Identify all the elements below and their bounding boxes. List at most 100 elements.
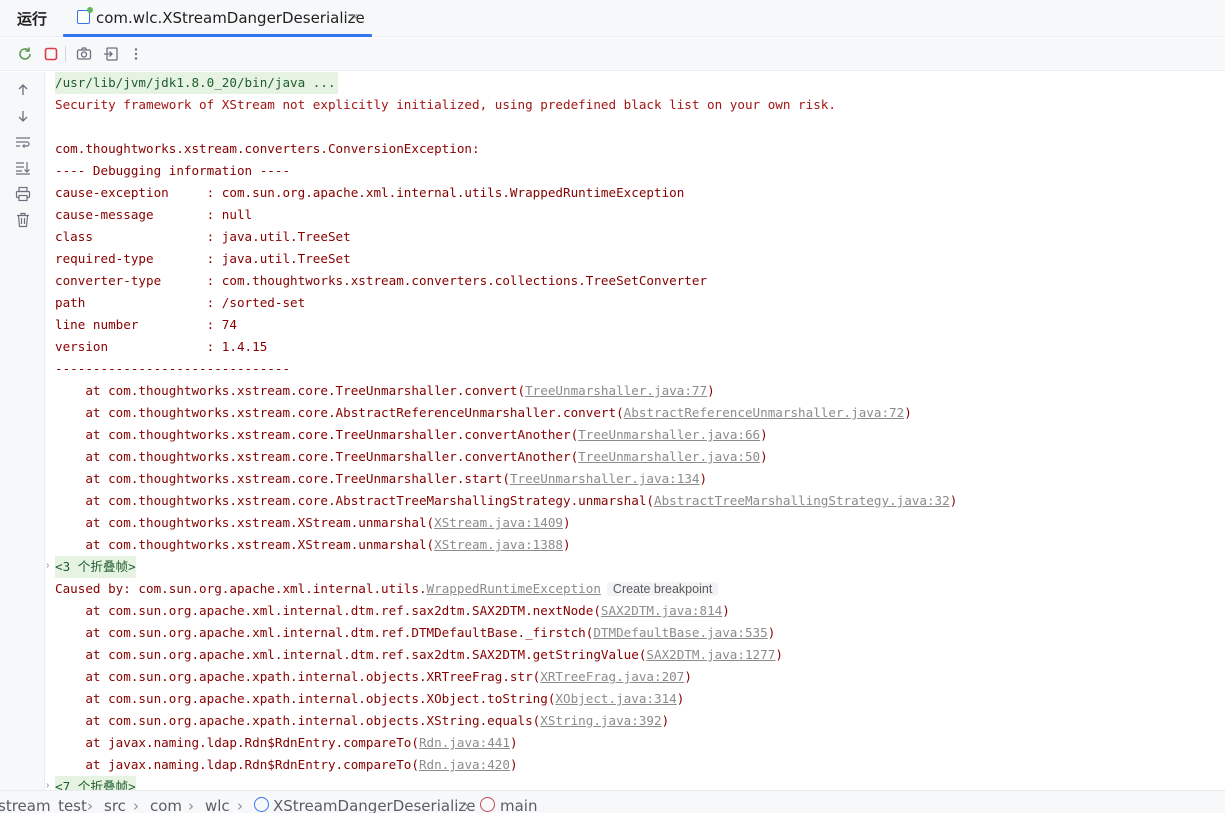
folded-frames-1[interactable]: <3 个折叠帧> — [55, 556, 136, 578]
more-icon[interactable] — [127, 45, 145, 63]
stack-frame: at com.sun.org.apache.xml.internal.dtm.r… — [55, 600, 730, 622]
arrow-down-icon[interactable] — [14, 107, 32, 125]
chevron-right-icon[interactable]: › — [46, 560, 49, 571]
console-side-toolbar — [0, 72, 45, 790]
frame-text: at javax.naming.ldap.Rdn$RdnEntry.compar… — [55, 735, 419, 750]
chevron-right-icon: › — [133, 797, 139, 813]
frame-suffix: ) — [563, 537, 571, 552]
frame-text: at com.thoughtworks.xstream.core.TreeUnm… — [55, 471, 510, 486]
stack-frame: at com.thoughtworks.xstream.core.TreeUnm… — [55, 468, 707, 490]
chevron-right-icon[interactable]: › — [46, 780, 49, 790]
source-link[interactable]: XObject.java:314 — [555, 691, 676, 706]
chevron-right-icon: › — [188, 797, 194, 813]
frame-suffix: ) — [707, 383, 715, 398]
frame-suffix: ) — [760, 449, 768, 464]
stack-frame: at com.sun.org.apache.xml.internal.dtm.r… — [55, 622, 775, 644]
frame-text: at com.thoughtworks.xstream.core.TreeUnm… — [55, 383, 526, 398]
stop-icon[interactable] — [42, 45, 60, 63]
frame-suffix: ) — [563, 515, 571, 530]
frame-suffix: ) — [684, 669, 692, 684]
create-breakpoint-hint[interactable]: Create breakpoint — [606, 582, 719, 596]
frame-text: at com.thoughtworks.xstream.core.TreeUnm… — [55, 449, 579, 464]
breadcrumb-item-com[interactable]: com — [150, 797, 182, 813]
active-tab-indicator — [63, 34, 372, 37]
frame-suffix: ) — [661, 713, 670, 728]
stack-frame: at com.thoughtworks.xstream.core.TreeUnm… — [55, 446, 768, 468]
source-link[interactable]: Rdn.java:441 — [419, 735, 510, 750]
frame-text: at com.sun.org.apache.xpath.internal.obj… — [55, 691, 556, 706]
frame-suffix: ) — [949, 493, 958, 508]
stack-frame: at javax.naming.ldap.Rdn$RdnEntry.compar… — [55, 754, 517, 776]
tab-run-configuration[interactable]: com.wlc.XStreamDangerDeserialize × — [63, 0, 372, 37]
source-link[interactable]: XString.java:392 — [540, 713, 661, 728]
breadcrumb-item-wlc[interactable]: wlc — [205, 797, 230, 813]
source-link[interactable]: XStream.java:1409 — [434, 515, 563, 530]
debug-line: converter-type : com.thoughtworks.xstrea… — [55, 273, 708, 288]
source-link[interactable]: TreeUnmarshaller.java:77 — [525, 383, 707, 398]
stack-frame: at com.sun.org.apache.xml.internal.dtm.r… — [55, 644, 783, 666]
toolbar-separator — [65, 46, 66, 62]
debug-footer: ------------------------------- — [55, 361, 291, 376]
frame-suffix: ) — [509, 735, 518, 750]
frame-suffix: ) — [676, 691, 685, 706]
source-link[interactable]: XRTreeFrag.java:207 — [540, 669, 684, 684]
stack-frame: at javax.naming.ldap.Rdn$RdnEntry.compar… — [55, 732, 518, 754]
trash-icon[interactable] — [14, 211, 32, 229]
frame-text: at com.thoughtworks.xstream.core.Abstrac… — [55, 493, 654, 508]
debug-line: version : 1.4.15 — [55, 339, 268, 354]
chevron-right-icon: › — [87, 797, 93, 813]
source-link[interactable]: SAX2DTM.java:1277 — [646, 647, 775, 662]
stack-frame: at com.sun.org.apache.xpath.internal.obj… — [55, 666, 692, 688]
scroll-to-end-icon[interactable] — [14, 159, 32, 177]
close-icon[interactable]: × — [351, 9, 359, 24]
breadcrumb-item-class[interactable]: XStreamDangerDeserialize — [273, 797, 476, 813]
frame-text: at com.sun.org.apache.xpath.internal.obj… — [55, 713, 541, 728]
debug-line: line number : 74 — [55, 317, 237, 332]
breadcrumb-item-src[interactable]: src — [104, 797, 126, 813]
debug-line: path : /sorted-set — [55, 295, 306, 310]
soft-wrap-icon[interactable] — [14, 133, 32, 151]
source-link[interactable]: XStream.java:1388 — [434, 537, 563, 552]
frame-text: at com.sun.org.apache.xml.internal.dtm.r… — [55, 647, 647, 662]
run-config-icon — [77, 7, 93, 24]
security-warning: Security framework of XStream not explic… — [55, 97, 836, 112]
source-link[interactable]: AbstractTreeMarshallingStrategy.java:32 — [654, 493, 950, 508]
caused-by-text: Caused by: com.sun.org.apache.xml.intern… — [55, 581, 427, 596]
frame-text: at com.thoughtworks.xstream.core.Abstrac… — [55, 405, 624, 420]
debug-line: class : java.util.TreeSet — [55, 229, 351, 244]
tool-window-header: 运行 com.wlc.XStreamDangerDeserialize × — [0, 0, 1225, 37]
source-link[interactable]: TreeUnmarshaller.java:50 — [578, 449, 760, 464]
folded-frames-2[interactable]: <7 个折叠帧> — [55, 776, 136, 790]
stack-frame: at com.thoughtworks.xstream.core.TreeUnm… — [55, 424, 767, 446]
print-icon[interactable] — [14, 185, 32, 203]
stack-frame: at com.sun.org.apache.xpath.internal.obj… — [55, 688, 684, 710]
exit-icon[interactable] — [102, 45, 120, 63]
frame-suffix: ) — [722, 603, 730, 618]
frame-text: at com.sun.org.apache.xml.internal.dtm.r… — [55, 625, 594, 640]
breadcrumb-item-module[interactable]: stream_test — [0, 797, 87, 813]
stack-frame: at com.sun.org.apache.xpath.internal.obj… — [55, 710, 669, 732]
console-output[interactable]: /usr/lib/jvm/jdk1.8.0_20/bin/java ... Se… — [45, 72, 1225, 790]
frame-text: at javax.naming.ldap.Rdn$RdnEntry.compar… — [55, 757, 419, 772]
rerun-icon[interactable] — [16, 45, 34, 63]
stack-frame: at com.thoughtworks.xstream.core.TreeUnm… — [55, 380, 715, 402]
breadcrumb-item-method[interactable]: main — [500, 797, 537, 813]
debug-line: cause-exception : com.sun.org.apache.xml… — [55, 185, 685, 200]
run-tool-window-title: 运行 — [17, 10, 48, 28]
source-link[interactable]: TreeUnmarshaller.java:134 — [510, 471, 700, 486]
stack-frame: at com.thoughtworks.xstream.core.Abstrac… — [55, 402, 911, 424]
frame-text: at com.thoughtworks.xstream.core.TreeUnm… — [55, 427, 579, 442]
exception-class-link[interactable]: WrappedRuntimeException — [427, 581, 601, 596]
source-link[interactable]: Rdn.java:420 — [419, 757, 510, 772]
method-icon — [480, 797, 495, 812]
frame-text: at com.thoughtworks.xstream.XStream.unma… — [55, 537, 435, 552]
source-link[interactable]: SAX2DTM.java:814 — [601, 603, 722, 618]
camera-icon[interactable] — [75, 45, 93, 63]
source-link[interactable]: TreeUnmarshaller.java:66 — [578, 427, 760, 442]
frame-text: at com.sun.org.apache.xpath.internal.obj… — [55, 669, 541, 684]
source-link[interactable]: DTMDefaultBase.java:535 — [593, 625, 767, 640]
source-link[interactable]: AbstractReferenceUnmarshaller.java:72 — [624, 405, 905, 420]
frame-suffix: ) — [775, 647, 783, 662]
stack-frame: at com.thoughtworks.xstream.core.Abstrac… — [55, 490, 957, 512]
arrow-up-icon[interactable] — [14, 81, 32, 99]
